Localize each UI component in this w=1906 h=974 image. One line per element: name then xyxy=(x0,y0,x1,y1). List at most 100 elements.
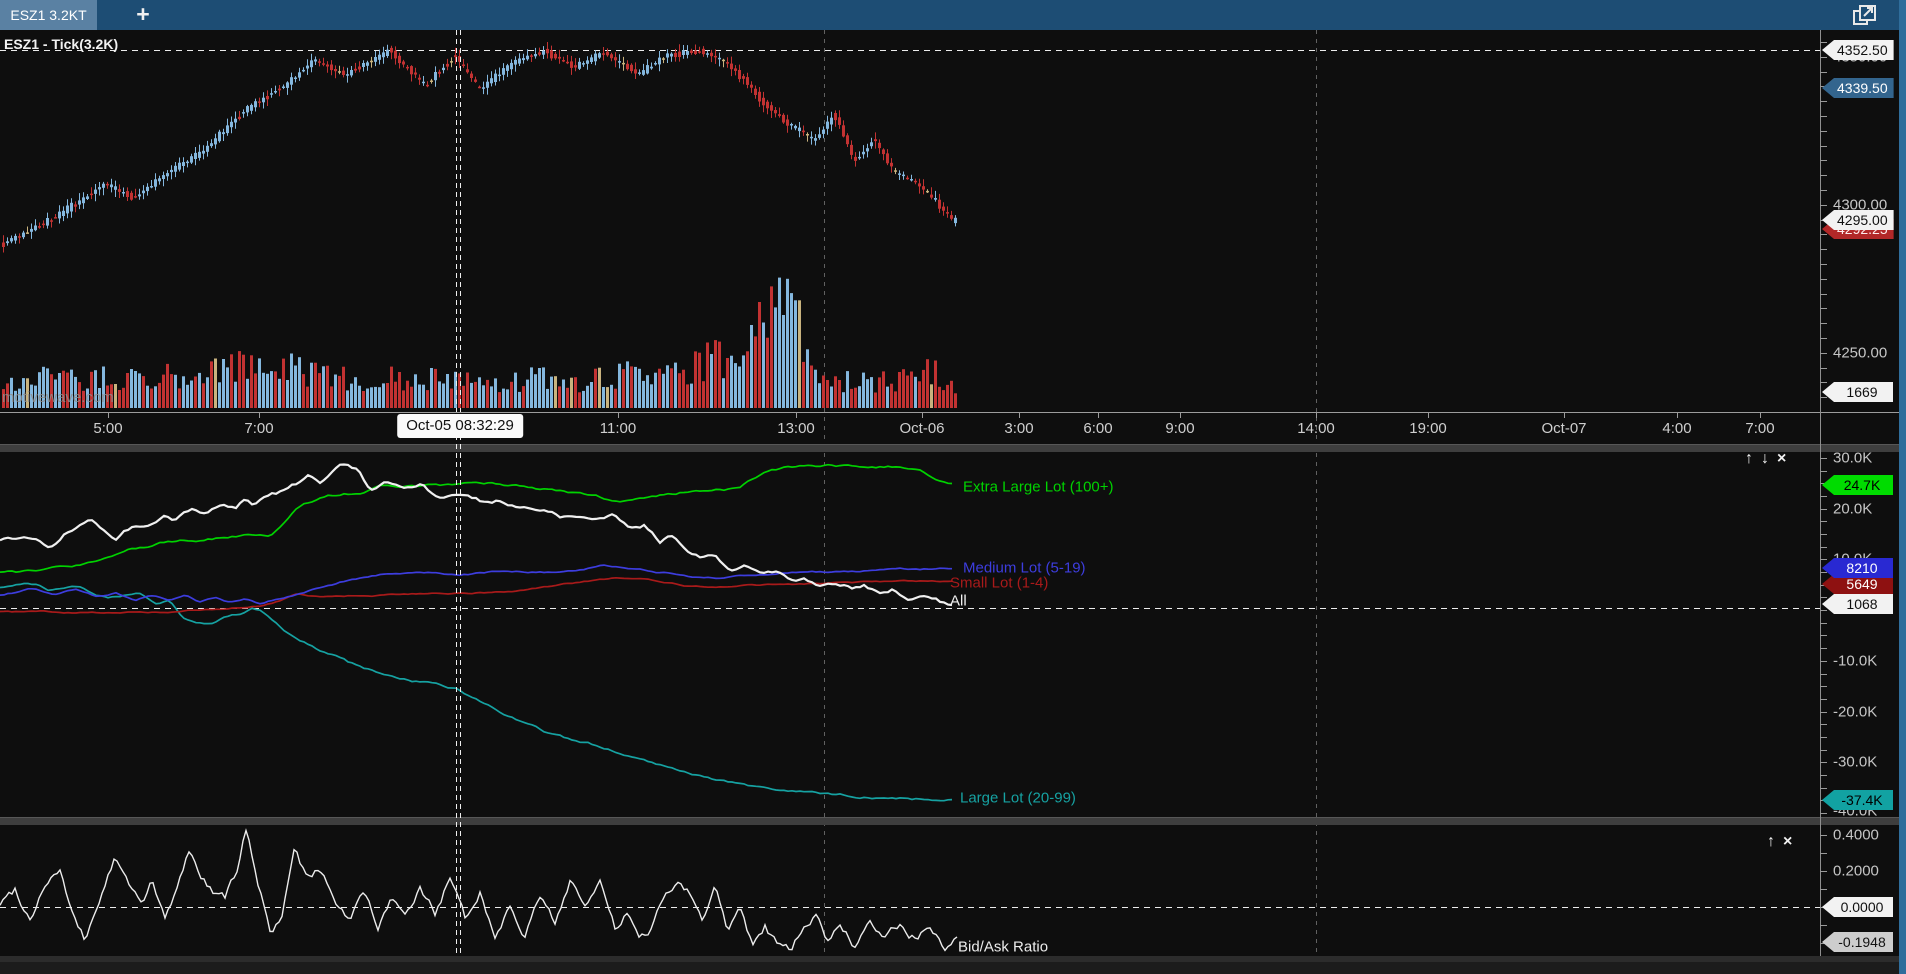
price-chart-canvas[interactable] xyxy=(0,30,1820,412)
ratio-axis-tick xyxy=(1820,925,1827,926)
close-panel-icon[interactable]: × xyxy=(1783,833,1792,851)
series-label: All xyxy=(950,592,967,610)
right-edge-strip xyxy=(1899,0,1906,974)
price-axis-label: 4250.00 xyxy=(1833,344,1888,362)
price-axis-tick xyxy=(1820,352,1827,354)
time-axis-label: 5:00 xyxy=(93,420,123,437)
time-axis-label: 4:00 xyxy=(1662,420,1692,437)
delta-axis-tick xyxy=(1820,496,1827,497)
ratio-axis-tag: -0.1948 xyxy=(1822,932,1893,952)
delta-panel-controls: ↑ ↓ × xyxy=(1745,450,1786,468)
price-axis-tick xyxy=(1820,234,1827,236)
delta-axis-tick xyxy=(1820,787,1827,789)
price-axis-tick xyxy=(1820,338,1827,339)
price-axis-tick xyxy=(1820,397,1827,399)
move-panel-down-icon[interactable]: ↓ xyxy=(1761,450,1769,468)
popout-icon[interactable] xyxy=(1850,3,1880,27)
time-axis-tick xyxy=(259,412,260,418)
time-axis-label: 11:00 xyxy=(599,420,637,437)
time-axis-tick xyxy=(1019,412,1020,418)
price-axis-tag: 4339.50 xyxy=(1822,78,1894,98)
series-label: Large Lot (20-99) xyxy=(960,789,1076,807)
time-axis-tick xyxy=(1428,412,1429,418)
time-axis-label: 19:00 xyxy=(1409,420,1447,437)
delta-axis-tick xyxy=(1820,635,1827,637)
series-line-large xyxy=(0,582,953,802)
delta-axis-tag: 1068 xyxy=(1822,594,1893,614)
ratio-axis-tick xyxy=(1820,853,1827,854)
time-axis-label: Oct-06 xyxy=(899,420,945,437)
time-axis-line xyxy=(0,412,1899,413)
delta-axis-tick xyxy=(1820,736,1827,738)
series-line-extra xyxy=(0,463,953,573)
time-axis-tick xyxy=(1316,412,1317,418)
time-axis-label: 3:00 xyxy=(1004,420,1034,437)
time-axis-tick xyxy=(618,412,619,418)
time-axis-label: 6:00 xyxy=(1083,420,1113,437)
time-axis-tick xyxy=(108,412,109,418)
price-axis-line xyxy=(1820,30,1821,956)
delta-axis-tick xyxy=(1820,812,1827,814)
move-panel-up-icon[interactable]: ↑ xyxy=(1745,450,1753,468)
price-axis-tick xyxy=(1820,249,1827,251)
panel-splitter[interactable] xyxy=(0,817,1899,825)
ratio-axis-tick xyxy=(1820,871,1827,872)
time-axis-tick xyxy=(1677,412,1678,418)
tab-esz1[interactable]: ESZ1 3.2KT xyxy=(0,0,97,30)
delta-axis-tick xyxy=(1820,610,1827,612)
price-axis-tick xyxy=(1820,204,1827,206)
price-axis-tick xyxy=(1820,130,1827,132)
delta-axis-tick xyxy=(1820,559,1827,561)
time-axis-tick xyxy=(1760,412,1761,418)
delta-axis-tick xyxy=(1820,458,1827,459)
ratio-axis-tick xyxy=(1820,889,1827,890)
price-axis-tick xyxy=(1820,42,1827,43)
add-tab-button[interactable]: + xyxy=(129,0,157,30)
ratio-axis-label: 0.4000 xyxy=(1833,826,1879,844)
ratio-panel-controls: ↑ × xyxy=(1767,833,1792,851)
delta-axis-tick xyxy=(1820,698,1827,700)
delta-axis-tick xyxy=(1820,521,1827,523)
ratio-line xyxy=(0,828,958,952)
time-axis-tick xyxy=(922,412,923,418)
delta-axis-tick xyxy=(1820,572,1827,574)
price-axis-tick xyxy=(1820,145,1827,147)
delta-axis-tag: 8210 xyxy=(1822,558,1893,578)
watermark: motivewave.com xyxy=(2,389,114,406)
ratio-axis-tick xyxy=(1820,835,1827,836)
chart-title: ESZ1 - Tick(3.2K) xyxy=(4,36,119,52)
delta-axis-label: -20.0K xyxy=(1833,703,1878,721)
price-axis-tag: 4295.00 xyxy=(1822,210,1894,230)
candles xyxy=(2,42,957,253)
move-panel-up-icon[interactable]: ↑ xyxy=(1767,833,1775,851)
time-axis-label: Oct-07 xyxy=(1541,420,1587,437)
panel-splitter[interactable] xyxy=(0,444,1899,452)
tab-label: ESZ1 3.2KT xyxy=(10,7,87,23)
ratio-chart-canvas[interactable] xyxy=(0,824,1820,956)
crosshair-vertical-line xyxy=(456,30,457,956)
series-label: Small Lot (1-4) xyxy=(950,574,1049,592)
delta-axis-tick xyxy=(1820,711,1827,713)
delta-axis-tag: 24.7K xyxy=(1822,475,1893,495)
delta-axis-tick xyxy=(1820,534,1827,535)
delta-axis-tick xyxy=(1820,660,1827,662)
price-axis-tick xyxy=(1820,101,1827,103)
horizontal-scrollbar[interactable] xyxy=(0,962,1899,974)
delta-axis-tick xyxy=(1820,648,1827,650)
delta-axis-label: -10.0K xyxy=(1833,652,1878,670)
price-axis-tick xyxy=(1820,323,1827,325)
close-panel-icon[interactable]: × xyxy=(1777,450,1786,468)
crosshair-vertical-line xyxy=(460,30,461,956)
price-axis-tick xyxy=(1820,308,1827,310)
series-label: Extra Large Lot (100+) xyxy=(963,478,1114,496)
time-axis-label: 13:00 xyxy=(777,420,815,437)
tab-bar: ESZ1 3.2KT + xyxy=(0,0,1906,30)
delta-axis-tick xyxy=(1820,724,1827,726)
delta-axis-tick xyxy=(1820,508,1827,510)
delta-axis-tick xyxy=(1820,749,1827,751)
time-axis-label: 9:00 xyxy=(1165,420,1195,437)
time-axis-label: 7:00 xyxy=(244,420,274,437)
delta-chart-canvas[interactable] xyxy=(0,452,1820,818)
delta-axis-tick xyxy=(1820,762,1827,764)
delta-axis-tag: -37.4K xyxy=(1822,790,1893,810)
